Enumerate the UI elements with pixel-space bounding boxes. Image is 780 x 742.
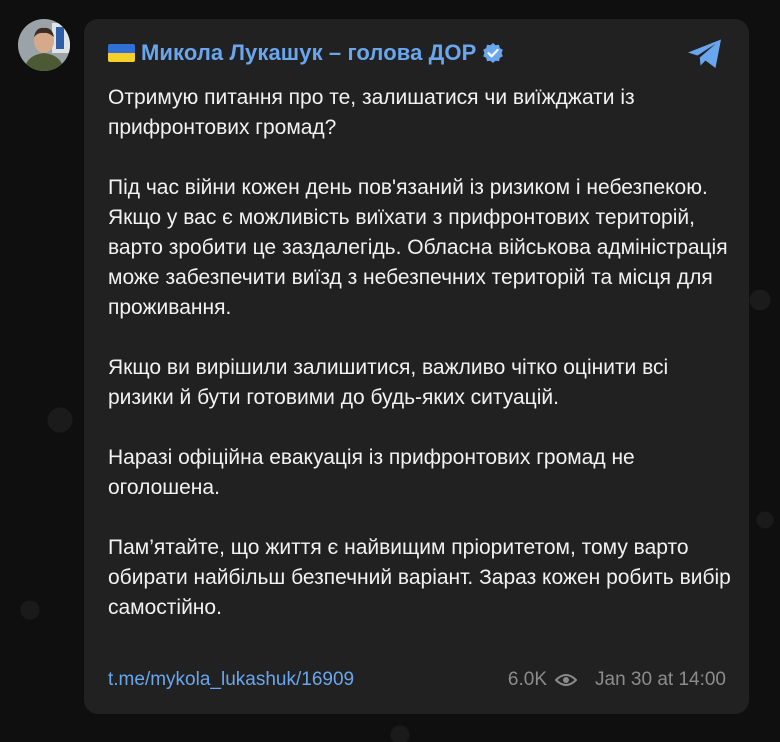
post-link[interactable]: t.me/mykola_lukashuk/16909: [108, 669, 354, 691]
message-footer: t.me/mykola_lukashuk/16909 6.0K Jan 30 a…: [108, 669, 726, 691]
message-text: Отримую питання про те, залишатися чи ви…: [108, 83, 738, 623]
message-bubble: Микола Лукашук – голова ДОР Отримую пита…: [84, 19, 749, 714]
view-count: 6.0K: [507, 669, 547, 690]
message-paragraph: Під час війни кожен день пов'язаний із р…: [108, 176, 728, 319]
telegram-icon[interactable]: [686, 37, 724, 71]
avatar-image: [18, 19, 70, 71]
eye-icon: [554, 672, 578, 688]
message-header: Микола Лукашук – голова ДОР: [108, 40, 504, 66]
message-paragraph: Наразі офіційна евакуація із прифронтови…: [108, 446, 635, 499]
message-paragraph: Якщо ви вирішили залишитися, важливо чіт…: [108, 356, 669, 409]
avatar[interactable]: [18, 19, 70, 71]
message-paragraph: Отримую питання про те, залишатися чи ви…: [108, 86, 635, 139]
message-date: Jan 30 at 14:00: [595, 669, 726, 690]
message-meta: 6.0K Jan 30 at 14:00: [508, 669, 726, 691]
message-paragraph: Пам’ятайте, що життя є найвищим пріорите…: [108, 536, 731, 619]
ukraine-flag-icon: [108, 44, 135, 62]
verified-badge-icon: [482, 42, 504, 64]
channel-name[interactable]: Микола Лукашук – голова ДОР: [141, 40, 476, 66]
